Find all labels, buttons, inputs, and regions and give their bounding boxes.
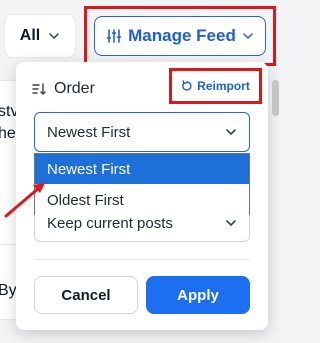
manage-feed-label: Manage Feed [128,26,236,45]
reimport-button[interactable]: Reimport [169,68,262,104]
sort-icon [32,83,46,95]
posts-select-value: Keep current posts [47,214,173,232]
order-select[interactable]: Newest First [34,112,250,152]
order-label: Order [54,80,95,97]
order-heading: Order [32,80,95,98]
sliders-icon [106,29,122,43]
chevron-down-icon [49,33,59,40]
scrollbar-thumb[interactable] [272,80,279,116]
post-text-fragment: By [0,282,17,299]
manage-feed-highlight: Manage Feed [84,6,276,66]
divider [34,259,250,260]
cancel-button[interactable]: Cancel [34,276,138,314]
apply-button[interactable]: Apply [146,276,250,314]
post-text-fragment: he [0,125,16,142]
chevron-down-icon [226,129,236,136]
option-oldest-first[interactable]: Oldest First [35,185,249,215]
chevron-down-icon [226,220,236,227]
filter-dropdown-button[interactable]: All [4,14,76,58]
chevron-down-icon [243,33,253,40]
order-options-list: Newest First Oldest First [34,153,250,215]
refresh-icon [182,80,192,91]
scrollbar[interactable] [270,70,280,330]
order-select-value: Newest First [47,123,131,141]
reimport-label: Reimport [197,79,250,93]
manage-feed-button[interactable]: Manage Feed [94,16,266,56]
option-newest-first[interactable]: Newest First [35,154,249,184]
filter-label: All [19,27,41,44]
